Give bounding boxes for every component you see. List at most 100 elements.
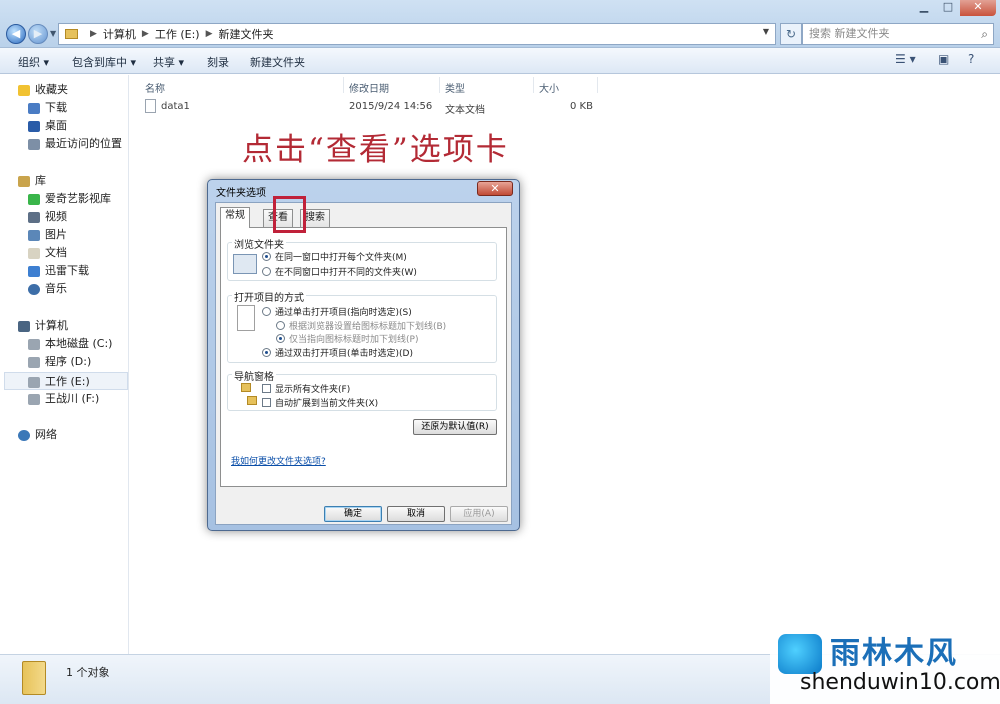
back-icon[interactable]: ◀ [6,24,26,44]
browse-new-window-radio[interactable]: 在不同窗口中打开不同的文件夹(W) [262,265,417,278]
cancel-button[interactable]: 取消 [387,506,445,522]
sidebar-item-music[interactable]: 音乐 [28,280,67,298]
watermark: 雨林木风 shenduwin10.com [770,622,1000,704]
column-divider[interactable] [343,77,344,93]
refresh-icon[interactable]: ↻ [780,23,802,45]
restore-defaults-button[interactable]: 还原为默认值(R) [413,419,497,435]
group-label: 导航窗格 [232,368,276,383]
sidebar-item-pictures[interactable]: 图片 [28,226,67,244]
option-label: 通过单击打开项目(指向时选定)(S) [275,308,412,318]
search-input[interactable]: 搜索 新建文件夹 ⌕ [802,23,994,45]
ok-button[interactable]: 确定 [324,506,382,522]
file-modified: 2015/9/24 14:56 [349,101,433,112]
sidebar-item-drive-c[interactable]: 本地磁盘 (C:) [28,335,112,353]
sidebar-item-libraries[interactable]: 库 [18,172,46,190]
drive-icon [28,393,40,405]
sidebar-item-label: 计算机 [35,319,68,332]
sidebar-item-label: 爱奇艺影视库 [45,192,111,205]
sidebar-item-label: 文档 [45,246,67,259]
column-header-name[interactable]: 名称 [145,80,165,95]
single-click-radio[interactable]: 通过单击打开项目(指向时选定)(S) [262,305,412,318]
video-icon [28,211,40,223]
file-name[interactable]: data1 [161,101,190,112]
sidebar-item-label: 网络 [35,428,57,441]
column-divider[interactable] [597,77,598,93]
organize-button[interactable]: 组织 ▾ [18,54,49,70]
folder-options-dialog: 文件夹选项 ✕ 常规 查看 搜索 浏览文件夹 在同一窗口中打开每个文件夹(M) … [207,179,520,531]
sidebar-item-label: 王战川 (F:) [45,392,100,405]
sidebar-item-label: 最近访问的位置 [45,137,122,150]
sidebar-item-documents[interactable]: 文档 [28,244,67,262]
double-click-radio[interactable]: 通过双击打开项目(单击时选定)(D) [262,346,413,359]
minimize-icon[interactable]: ▁ [912,0,936,16]
help-link[interactable]: 我如何更改文件夹选项? [231,454,326,467]
column-divider[interactable] [533,77,534,93]
help-icon[interactable]: ? [968,52,974,66]
breadcrumb-folder[interactable]: 新建文件夹 [219,26,274,42]
share-button[interactable]: 共享 ▾ [153,54,184,70]
browse-folders-group: 浏览文件夹 在同一窗口中打开每个文件夹(M) 在不同窗口中打开不同的文件夹(W) [227,236,497,281]
sidebar-item-drive-e[interactable]: 工作 (E:) [4,372,128,390]
maximize-icon[interactable]: □ [936,0,960,16]
column-header-size[interactable]: 大小 [539,80,559,95]
general-tab-panel: 浏览文件夹 在同一窗口中打开每个文件夹(M) 在不同窗口中打开不同的文件夹(W)… [220,227,507,487]
sidebar-item-label: 桌面 [45,119,67,132]
underline-browser-radio[interactable]: 根据浏览器设置给图标标题加下划线(B) [276,319,446,332]
folder-icon [65,29,78,39]
close-icon[interactable]: ✕ [960,0,996,16]
show-all-folders-checkbox[interactable]: 显示所有文件夹(F) [262,382,350,395]
breadcrumb-computer[interactable]: 计算机 [103,26,136,42]
drive-icon [28,376,40,388]
group-label: 浏览文件夹 [232,236,286,251]
sidebar-item-thunder-downloads[interactable]: 迅雷下载 [28,262,89,280]
chevron-right-icon[interactable]: ▶ [206,29,213,39]
underline-point-radio[interactable]: 仅当指向图标标题时加下划线(P) [276,332,418,345]
iqiyi-icon [28,193,40,205]
sidebar-item-recent-places[interactable]: 最近访问的位置 [28,135,122,153]
address-bar[interactable]: ▶ 计算机 ▶ 工作 (E:) ▶ 新建文件夹 ▼ [58,23,776,45]
tab-general[interactable]: 常规 [220,207,250,228]
text-file-icon [145,99,156,113]
forward-icon[interactable]: ▶ [28,24,48,44]
chevron-right-icon[interactable]: ▶ [90,29,97,39]
view-options-icon[interactable]: ☰ ▾ [895,52,916,66]
sidebar-item-label: 图片 [45,228,67,241]
include-in-library-button[interactable]: 包含到库中 ▾ [72,54,136,70]
sidebar-item-iqiyi[interactable]: 爱奇艺影视库 [28,190,111,208]
column-header-modified[interactable]: 修改日期 [349,80,389,95]
document-icon [28,247,40,259]
desktop-icon [28,120,40,132]
column-divider[interactable] [439,77,440,93]
dialog-title: 文件夹选项 [216,188,266,199]
breadcrumb-drive[interactable]: 工作 (E:) [155,26,200,42]
column-header-type[interactable]: 类型 [445,80,465,95]
sidebar-item-downloads[interactable]: 下载 [28,99,67,117]
auto-expand-checkbox[interactable]: 自动扩展到当前文件夹(X) [262,396,378,409]
option-label: 显示所有文件夹(F) [275,385,351,395]
sidebar-item-drive-d[interactable]: 程序 (D:) [28,353,91,371]
browse-same-window-radio[interactable]: 在同一窗口中打开每个文件夹(M) [262,250,407,263]
sidebar-item-videos[interactable]: 视频 [28,208,67,226]
group-label: 打开项目的方式 [232,289,306,304]
address-dropdown-icon[interactable]: ▼ [763,27,769,36]
burn-button[interactable]: 刻录 [207,54,229,70]
folder-icon [22,661,46,695]
dialog-close-icon[interactable]: ✕ [477,181,513,196]
preview-pane-icon[interactable]: ▣ [938,52,949,66]
chevron-right-icon[interactable]: ▶ [142,29,149,39]
sidebar-item-network[interactable]: 网络 [18,426,57,444]
radio-icon [276,321,285,330]
sidebar-item-computer[interactable]: 计算机 [18,317,68,335]
option-label: 根据浏览器设置给图标标题加下划线(B) [289,322,447,332]
search-icon[interactable]: ⌕ [981,24,988,44]
apply-button[interactable]: 应用(A) [450,506,508,522]
option-label: 在不同窗口中打开不同的文件夹(W) [275,268,417,278]
watermark-logo-icon [778,634,822,674]
sidebar-item-favorites[interactable]: 收藏夹 [18,81,68,99]
navigation-pane-group: 导航窗格 显示所有文件夹(F) 自动扩展到当前文件夹(X) [227,368,497,411]
recent-pages-icon[interactable]: ▼ [50,29,56,38]
sidebar-item-label: 下载 [45,101,67,114]
sidebar-item-drive-f[interactable]: 王战川 (F:) [28,390,99,408]
new-folder-button[interactable]: 新建文件夹 [250,54,305,70]
sidebar-item-desktop[interactable]: 桌面 [28,117,67,135]
